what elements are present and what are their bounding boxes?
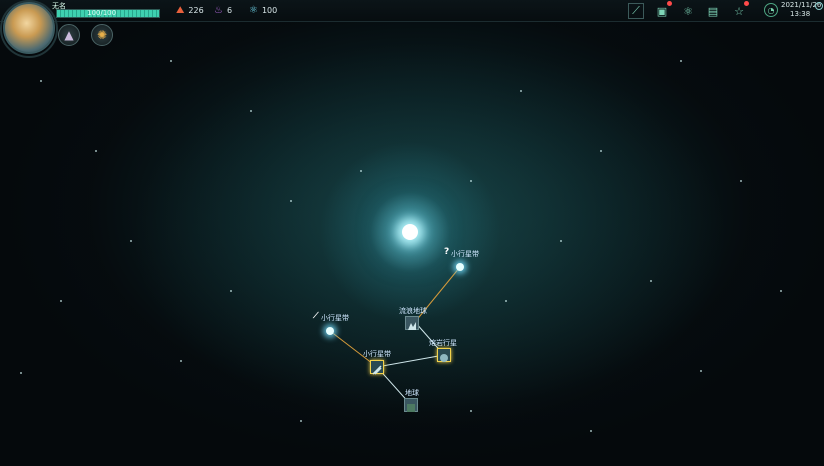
- player-portrait[interactable]: [3, 2, 55, 54]
- health-bar: 100/100: [56, 9, 160, 18]
- node-asteroid-belt-center[interactable]: [370, 360, 384, 375]
- node-label-earth: 地球: [405, 389, 419, 397]
- notification-dot: [667, 1, 672, 6]
- health-text: 100/100: [87, 9, 117, 17]
- star-icon: ☆: [734, 4, 744, 18]
- fire-triangle-icon: ⛰: [176, 5, 185, 16]
- wizard-hat-icon: ▲: [64, 28, 74, 42]
- time-text: 13:38: [790, 10, 811, 18]
- skill-sun-wheel[interactable]: ✺: [91, 24, 113, 46]
- station-icon: [408, 322, 416, 330]
- atom-settings-icon: ⚛: [683, 4, 693, 18]
- resource-mineral-value: 226: [188, 6, 204, 15]
- card-icon: ▣: [656, 4, 668, 18]
- node-lava-planet[interactable]: [437, 348, 451, 362]
- unknown-marker-icon: ?: [444, 247, 450, 257]
- card-button[interactable]: ▣: [654, 1, 672, 19]
- node-label-wandering-earth: 流浪地球: [399, 307, 427, 315]
- scroll-icon: ▤: [707, 4, 719, 18]
- chart-button[interactable]: ⟋: [628, 3, 644, 19]
- earth-icon: [407, 404, 415, 412]
- node-asteroid-belt-w[interactable]: [326, 327, 334, 335]
- sun-wheel-icon: ✺: [96, 28, 108, 42]
- scroll-button[interactable]: ▤: [705, 3, 721, 19]
- resource-mineral: ⛰ 226: [176, 5, 204, 16]
- node-label-asteroid-belt-center: 小行星带: [363, 350, 391, 358]
- clock-panel[interactable]: ◔ 2021/11/26 13:38: [762, 0, 824, 20]
- settings-ring-icon[interactable]: [815, 2, 823, 10]
- node-label-asteroid-belt-ne: 小行星带: [451, 250, 479, 258]
- atom-settings-button[interactable]: ⚛: [680, 3, 696, 19]
- sword-marker-icon: ⟋: [313, 311, 319, 320]
- clock-icon: ◔: [764, 3, 778, 17]
- node-label-asteroid-belt-w: 小行星带: [321, 314, 349, 322]
- purple-flame-icon: ♨: [214, 5, 223, 16]
- resource-flame: ♨ 6: [214, 5, 232, 16]
- node-wandering-earth[interactable]: [405, 316, 419, 330]
- star-button[interactable]: ☆: [731, 1, 749, 19]
- resource-atom: ⚛ 100: [249, 5, 277, 16]
- planet-icon: [440, 354, 448, 362]
- notification-dot: [744, 1, 749, 6]
- skill-wizard-hat[interactable]: ▲: [58, 24, 80, 46]
- node-asteroid-belt-ne[interactable]: [456, 263, 464, 271]
- atom-icon: ⚛: [249, 5, 258, 16]
- resource-flame-value: 6: [226, 6, 233, 15]
- node-label-lava-planet: 熔岩行星: [429, 339, 457, 347]
- chart-icon: ⟋: [632, 4, 640, 17]
- resource-atom-value: 100: [261, 6, 278, 15]
- rocket-icon: [372, 365, 382, 375]
- node-earth[interactable]: [404, 398, 418, 412]
